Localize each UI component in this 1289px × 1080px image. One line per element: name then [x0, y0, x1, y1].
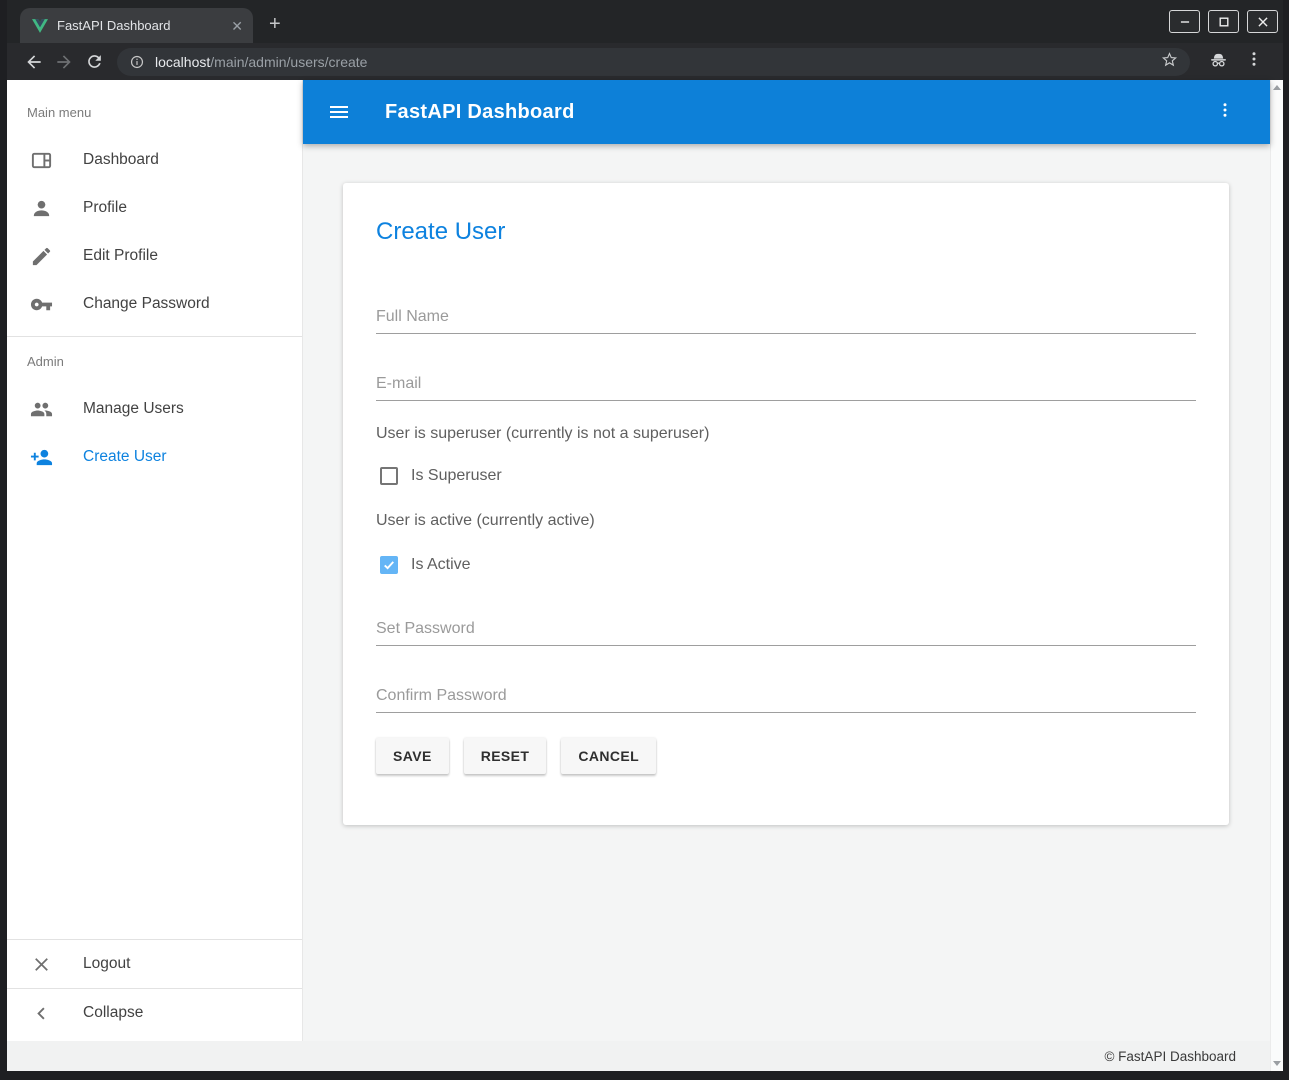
- appbar-overflow-icon[interactable]: [1216, 101, 1234, 124]
- sidebar-section-admin: Admin: [7, 354, 302, 370]
- browser-tab[interactable]: FastAPI Dashboard ✕: [20, 8, 253, 43]
- browser-window: FastAPI Dashboard ✕ +: [0, 0, 1289, 1080]
- sidebar: Main menu Dashboard Profile Edit Profile: [7, 80, 303, 1041]
- appbar-title: FastAPI Dashboard: [385, 101, 575, 124]
- page-footer: © FastAPI Dashboard: [7, 1041, 1270, 1071]
- full-name-field[interactable]: Full Name: [376, 307, 1196, 334]
- forward-icon[interactable]: [49, 47, 79, 77]
- new-tab-button[interactable]: +: [269, 14, 281, 34]
- info-icon[interactable]: [129, 54, 145, 70]
- address-bar[interactable]: localhost/main/admin/users/create: [117, 48, 1190, 76]
- email-label: E-mail: [376, 374, 1196, 394]
- reload-icon[interactable]: [79, 47, 109, 77]
- is-superuser-label: Is Superuser: [411, 467, 502, 485]
- dashboard-icon: [30, 149, 53, 172]
- sidebar-item-profile[interactable]: Profile: [7, 184, 302, 232]
- set-password-label: Set Password: [376, 619, 1196, 639]
- bookmark-star-icon[interactable]: [1161, 51, 1178, 73]
- sidebar-item-edit-profile[interactable]: Edit Profile: [7, 232, 302, 280]
- close-icon: [30, 953, 53, 976]
- save-button[interactable]: SAVE: [376, 738, 449, 774]
- web-page: Main menu Dashboard Profile Edit Profile: [7, 80, 1283, 1071]
- email-field[interactable]: E-mail: [376, 374, 1196, 401]
- tab-title: FastAPI Dashboard: [57, 18, 222, 33]
- url-text: localhost/main/admin/users/create: [155, 54, 367, 70]
- create-user-card: Create User Full Name E-mail User is sup…: [343, 183, 1229, 825]
- set-password-field[interactable]: Set Password: [376, 619, 1196, 646]
- back-icon[interactable]: [19, 47, 49, 77]
- main-area: FastAPI Dashboard Create User Full Name: [303, 80, 1270, 1041]
- superuser-hint: User is superuser (currently is not a su…: [376, 424, 1196, 443]
- is-active-checkbox[interactable]: [380, 556, 398, 574]
- content-area: Create User Full Name E-mail User is sup…: [303, 144, 1270, 1041]
- scroll-up-icon[interactable]: [1273, 85, 1281, 90]
- chevron-left-icon: [30, 1002, 53, 1025]
- tab-close-icon[interactable]: ✕: [231, 19, 243, 33]
- key-icon: [30, 293, 53, 316]
- people-icon: [30, 398, 53, 421]
- browser-toolbar: localhost/main/admin/users/create: [7, 43, 1283, 80]
- sidebar-divider: [7, 336, 302, 337]
- sidebar-item-create-user[interactable]: Create User: [7, 433, 302, 481]
- page-scrollbar[interactable]: [1270, 80, 1283, 1071]
- app-bar: FastAPI Dashboard: [303, 80, 1270, 144]
- minimize-button[interactable]: [1169, 10, 1200, 33]
- full-name-label: Full Name: [376, 307, 1196, 327]
- close-window-button[interactable]: [1247, 10, 1278, 33]
- maximize-button[interactable]: [1208, 10, 1239, 33]
- footer-text: © FastAPI Dashboard: [1104, 1049, 1236, 1064]
- browser-menu-icon[interactable]: [1245, 50, 1263, 73]
- confirm-password-label: Confirm Password: [376, 686, 1196, 706]
- sidebar-item-manage-users[interactable]: Manage Users: [7, 385, 302, 433]
- person-add-icon: [30, 446, 53, 469]
- person-icon: [30, 197, 53, 220]
- reset-button[interactable]: RESET: [464, 738, 547, 774]
- is-active-row: Is Active: [380, 556, 1196, 574]
- incognito-icon: [1208, 49, 1229, 75]
- is-superuser-checkbox[interactable]: [380, 467, 398, 485]
- check-icon: [382, 558, 396, 572]
- browser-titlebar: FastAPI Dashboard ✕ +: [7, 0, 1283, 43]
- sidebar-section-main-menu: Main menu: [7, 105, 302, 121]
- is-superuser-row: Is Superuser: [380, 467, 1196, 485]
- cancel-button[interactable]: CANCEL: [561, 738, 656, 774]
- vue-logo-icon: [32, 19, 48, 33]
- scroll-down-icon[interactable]: [1273, 1061, 1281, 1066]
- sidebar-item-change-password[interactable]: Change Password: [7, 280, 302, 328]
- confirm-password-field[interactable]: Confirm Password: [376, 686, 1196, 713]
- sidebar-item-dashboard[interactable]: Dashboard: [7, 136, 302, 184]
- hamburger-menu-icon[interactable]: [327, 100, 351, 124]
- page-title: Create User: [376, 217, 1196, 247]
- sidebar-item-collapse[interactable]: Collapse: [7, 989, 302, 1037]
- sidebar-item-logout[interactable]: Logout: [7, 940, 302, 988]
- is-active-label: Is Active: [411, 556, 471, 574]
- pencil-icon: [30, 245, 53, 268]
- active-hint: User is active (currently active): [376, 511, 1196, 530]
